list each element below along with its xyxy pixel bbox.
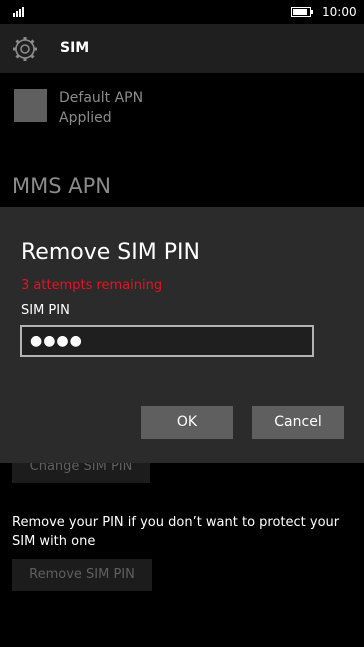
apn-status: Applied — [59, 110, 112, 126]
sim-pin-label: SIM PIN — [21, 303, 70, 318]
remove-sim-pin-button[interactable]: Remove SIM PIN — [12, 559, 152, 591]
signal-strength-icon — [13, 7, 29, 17]
battery-icon — [291, 7, 313, 17]
gear-icon — [13, 37, 37, 61]
sim-pin-value: ●●●● — [30, 333, 83, 349]
apn-tile-icon — [14, 89, 47, 122]
status-time: 10:00 — [322, 5, 357, 19]
apn-name: Default APN — [59, 90, 144, 106]
mms-apn-heading: MMS APN — [12, 174, 111, 198]
remove-pin-description: Remove your PIN if you don’t want to pro… — [12, 515, 340, 549]
ok-button[interactable]: OK — [141, 406, 233, 439]
status-bar: 10:00 — [0, 0, 364, 24]
sim-pin-input[interactable]: ●●●● — [20, 325, 314, 357]
app-header: SIM — [0, 24, 364, 73]
default-apn-item[interactable]: Default APN Applied — [0, 73, 364, 143]
cancel-button[interactable]: Cancel — [252, 406, 344, 439]
remove-sim-pin-dialog: Remove SIM PIN 3 attempts remaining SIM … — [0, 207, 364, 463]
battery-level — [293, 9, 307, 15]
dialog-title: Remove SIM PIN — [21, 240, 200, 265]
page-title: SIM — [60, 40, 90, 56]
attempts-remaining-error: 3 attempts remaining — [21, 278, 163, 293]
